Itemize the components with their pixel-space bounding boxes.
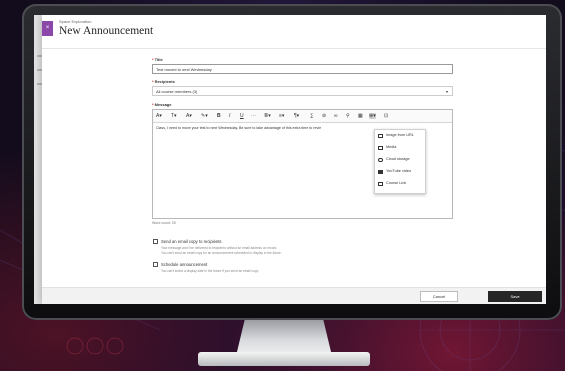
- bold-button[interactable]: B: [217, 113, 221, 119]
- panel-header: × Space Exploration New Announcement: [42, 15, 546, 49]
- underline-button[interactable]: U: [240, 113, 244, 119]
- math-button[interactable]: ∑: [310, 113, 314, 119]
- attach-button[interactable]: ⚲: [346, 113, 350, 119]
- message-label: *Message: [152, 102, 172, 107]
- word-count: Word count: 25: [152, 221, 176, 225]
- paragraph-style-button[interactable]: A▾: [156, 113, 162, 119]
- indent-button[interactable]: ¶▾: [294, 113, 299, 119]
- image-icon: [378, 134, 383, 138]
- page-title: New Announcement: [59, 25, 154, 37]
- title-label: *Title: [152, 57, 163, 62]
- media-icon: [378, 146, 383, 150]
- insert-content-menu: Image from URL Media Cloud storage YouTu…: [374, 129, 426, 194]
- menu-item-image-from-url[interactable]: Image from URL: [375, 130, 425, 142]
- more-formatting-button[interactable]: ⋯: [251, 113, 256, 119]
- menu-item-youtube-video[interactable]: YouTube video: [375, 166, 425, 178]
- menu-item-course-link[interactable]: Course Link: [375, 178, 425, 190]
- recipients-value: All course members (3): [156, 89, 198, 94]
- list-button[interactable]: ≣▾: [264, 113, 271, 119]
- font-size-button[interactable]: A▾: [186, 113, 192, 119]
- schedule-hint: You can't select a display date in the f…: [161, 269, 259, 273]
- save-button[interactable]: Save: [488, 291, 542, 302]
- fullscreen-button[interactable]: ⊡: [384, 113, 388, 119]
- email-hint: You can't send an email copy for an anno…: [161, 251, 282, 255]
- menu-item-cloud-storage[interactable]: Cloud storage: [375, 154, 425, 166]
- recipients-label: *Recipients: [152, 79, 175, 84]
- announcement-panel: × Space Exploration New Announcement *Ti…: [42, 15, 546, 304]
- email-hint: Your message won't be delivered to recip…: [161, 246, 278, 250]
- monitor-stand: [236, 316, 332, 356]
- insert-content-button[interactable]: ⊕▾: [369, 113, 376, 119]
- link-icon: [378, 182, 383, 186]
- editor-toolbar: A▾ T▾ A▾ ✎▾ B I U ⋯ ≣▾ ≡▾ ¶▾ ∑ ⊘ ∞ ⚲ ▦ ⊕…: [153, 110, 452, 123]
- screen: × Space Exploration New Announcement *Ti…: [34, 15, 546, 304]
- close-panel-button[interactable]: ×: [42, 21, 53, 36]
- table-button[interactable]: ▦: [358, 113, 363, 119]
- email-copy-checkbox[interactable]: [153, 239, 158, 244]
- schedule-checkbox[interactable]: [153, 262, 158, 267]
- align-button[interactable]: ≡▾: [279, 113, 284, 119]
- email-copy-label: Send an email copy to recipients: [161, 239, 222, 244]
- title-input[interactable]: Test moved to next Wednesday: [152, 64, 453, 74]
- italic-button[interactable]: I: [229, 113, 230, 119]
- text-color-button[interactable]: ✎▾: [201, 113, 208, 119]
- link-button[interactable]: ⊘: [322, 113, 326, 119]
- video-icon: [378, 170, 383, 174]
- menu-item-media[interactable]: Media: [375, 142, 425, 154]
- cancel-button[interactable]: Cancel: [420, 291, 458, 302]
- format-button[interactable]: T▾: [171, 113, 177, 119]
- unlink-button[interactable]: ∞: [334, 113, 338, 119]
- schedule-label: Schedule announcement: [161, 262, 208, 267]
- cloud-icon: [378, 158, 383, 162]
- breadcrumb: Space Exploration: [59, 19, 92, 24]
- recipients-select[interactable]: All course members (3) ▾: [152, 86, 453, 96]
- panel-footer: [42, 287, 546, 304]
- chevron-down-icon: ▾: [445, 89, 448, 94]
- monitor-base: [198, 352, 370, 366]
